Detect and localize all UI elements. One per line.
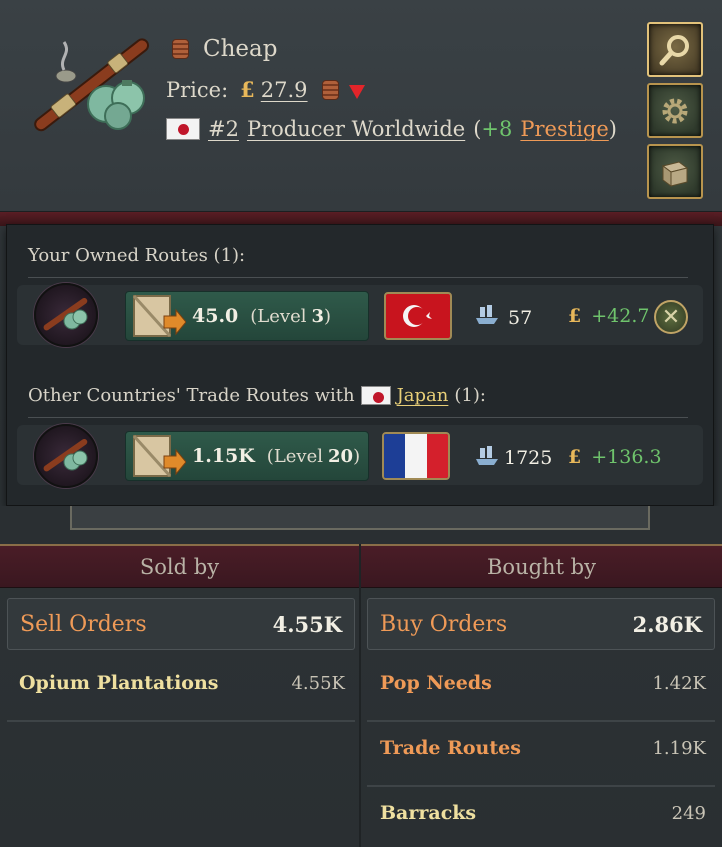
gear-icon bbox=[662, 98, 688, 123]
other-route-convoys: 1725 bbox=[504, 447, 553, 469]
owned-routes-title: Your Owned Routes (1): bbox=[28, 245, 246, 266]
other-route-level-open: (Level bbox=[266, 445, 324, 467]
producer-text: Producer Worldwide bbox=[246, 117, 466, 141]
buyer-entry[interactable]: Trade Routes 1.19K bbox=[380, 737, 706, 759]
france-flag-icon[interactable] bbox=[382, 432, 450, 480]
owned-route-level-open: (Level bbox=[250, 305, 307, 327]
side-actions bbox=[647, 22, 705, 199]
buy-orders-label: Buy Orders bbox=[380, 611, 508, 637]
other-routes-title: Other Countries' Trade Routes with Japan… bbox=[28, 385, 486, 406]
sell-orders-label: Sell Orders bbox=[20, 611, 147, 637]
currency-symbol: £ bbox=[568, 305, 582, 327]
prestige-amount: +8 bbox=[481, 117, 513, 141]
japan-flag-icon bbox=[360, 386, 391, 405]
divider bbox=[367, 720, 715, 722]
sold-by-title: Sold by bbox=[139, 554, 220, 579]
other-routes-count: (1): bbox=[454, 385, 486, 406]
japan-flag-icon bbox=[166, 118, 200, 140]
crate-export-icon bbox=[132, 294, 186, 338]
currency-symbol: £ bbox=[240, 77, 255, 102]
convoy-icon bbox=[476, 446, 498, 465]
producer-rank[interactable]: #2 bbox=[208, 117, 239, 141]
buyer-name: Pop Needs bbox=[380, 672, 492, 694]
buyer-entry[interactable]: Pop Needs 1.42K bbox=[380, 672, 706, 694]
price-row[interactable]: Price: £ 27.9 bbox=[166, 77, 365, 102]
owned-route-profit-value: +42.7 bbox=[591, 305, 650, 327]
divider bbox=[7, 720, 355, 722]
buy-orders-value: 2.86K bbox=[632, 611, 702, 637]
goods-header: Cheap Price: £ 27.9 #2 Producer Worldwid… bbox=[0, 0, 722, 212]
prestige-label[interactable]: Prestige bbox=[520, 117, 608, 141]
owned-route-profit: £ +42.7 bbox=[568, 305, 649, 327]
seller-entry[interactable]: Opium Plantations 4.55K bbox=[19, 672, 345, 694]
owned-route-volume-bar[interactable]: 45.0 (Level 3 ) bbox=[125, 291, 369, 341]
cancel-route-button[interactable]: ✕ bbox=[654, 300, 688, 334]
money-stack-icon bbox=[172, 39, 189, 59]
opium-goods-icon bbox=[34, 38, 150, 132]
sold-by-header: Sold by bbox=[0, 544, 359, 588]
other-route-profit: £ +136.3 bbox=[568, 446, 662, 468]
buy-orders-box[interactable]: Buy Orders 2.86K bbox=[367, 598, 715, 650]
other-route-profit-value: +136.3 bbox=[591, 446, 662, 468]
background-strip bbox=[0, 506, 722, 546]
price-tier-label: Cheap bbox=[203, 36, 278, 62]
settings-button[interactable] bbox=[647, 83, 703, 138]
buyer-value: 1.42K bbox=[652, 672, 706, 694]
close-icon: ✕ bbox=[661, 304, 681, 330]
owned-route-level-close: ) bbox=[324, 305, 332, 327]
owned-route-level: 3 bbox=[311, 305, 325, 327]
price-tier: Cheap bbox=[172, 36, 277, 62]
buyer-name: Trade Routes bbox=[380, 737, 521, 759]
seller-value: 4.55K bbox=[291, 672, 345, 694]
crate-icon bbox=[661, 160, 689, 187]
magnifier-button[interactable] bbox=[647, 22, 703, 77]
sell-orders-value: 4.55K bbox=[272, 611, 342, 637]
money-stack-icon bbox=[321, 79, 339, 100]
producer-rank-row[interactable]: #2 Producer Worldwide ( +8 Prestige ) bbox=[166, 117, 617, 141]
convoy-icon bbox=[476, 305, 498, 324]
opium-route-icon bbox=[34, 424, 98, 488]
other-route-volume-bar[interactable]: 1.15K (Level 20 ) bbox=[125, 431, 369, 481]
bought-by-header: Bought by bbox=[361, 544, 722, 588]
price-label: Price: bbox=[166, 77, 229, 102]
seller-name: Opium Plantations bbox=[19, 672, 219, 694]
prestige-close: ) bbox=[608, 117, 617, 141]
buyer-value: 1.19K bbox=[652, 737, 706, 759]
divider bbox=[28, 277, 688, 278]
bought-by-title: Bought by bbox=[487, 554, 596, 579]
divider bbox=[367, 785, 715, 787]
buyer-entry[interactable]: Barracks 249 bbox=[380, 802, 706, 824]
prestige-open: ( bbox=[473, 117, 482, 141]
goods-panel: Cheap Price: £ 27.9 #2 Producer Worldwid… bbox=[0, 0, 722, 847]
other-routes-country[interactable]: Japan bbox=[397, 385, 449, 406]
buyer-value: 249 bbox=[671, 802, 706, 824]
other-route-level-close: ) bbox=[353, 445, 361, 467]
buyer-name: Barracks bbox=[380, 802, 477, 824]
ottoman-flag-icon[interactable] bbox=[384, 292, 452, 340]
column-divider bbox=[359, 544, 361, 847]
other-route-volume: 1.15K bbox=[192, 445, 255, 467]
trade-goods-button[interactable] bbox=[647, 144, 703, 199]
price-value[interactable]: 27.9 bbox=[261, 78, 308, 102]
price-down-arrow-icon bbox=[348, 84, 365, 99]
sell-orders-box[interactable]: Sell Orders 4.55K bbox=[7, 598, 355, 650]
opium-route-icon bbox=[34, 283, 98, 347]
crate-export-icon bbox=[132, 434, 186, 478]
owned-route-convoys: 57 bbox=[508, 307, 533, 329]
magnifier-icon bbox=[659, 34, 689, 65]
currency-symbol: £ bbox=[568, 446, 582, 468]
divider bbox=[28, 417, 688, 418]
other-routes-title-prefix: Other Countries' Trade Routes with bbox=[28, 385, 355, 406]
trade-routes-popup: Your Owned Routes (1): 45.0 (Level 3 ) 5… bbox=[6, 224, 714, 506]
other-route-level: 20 bbox=[328, 445, 354, 467]
owned-route-volume: 45.0 bbox=[192, 305, 239, 327]
